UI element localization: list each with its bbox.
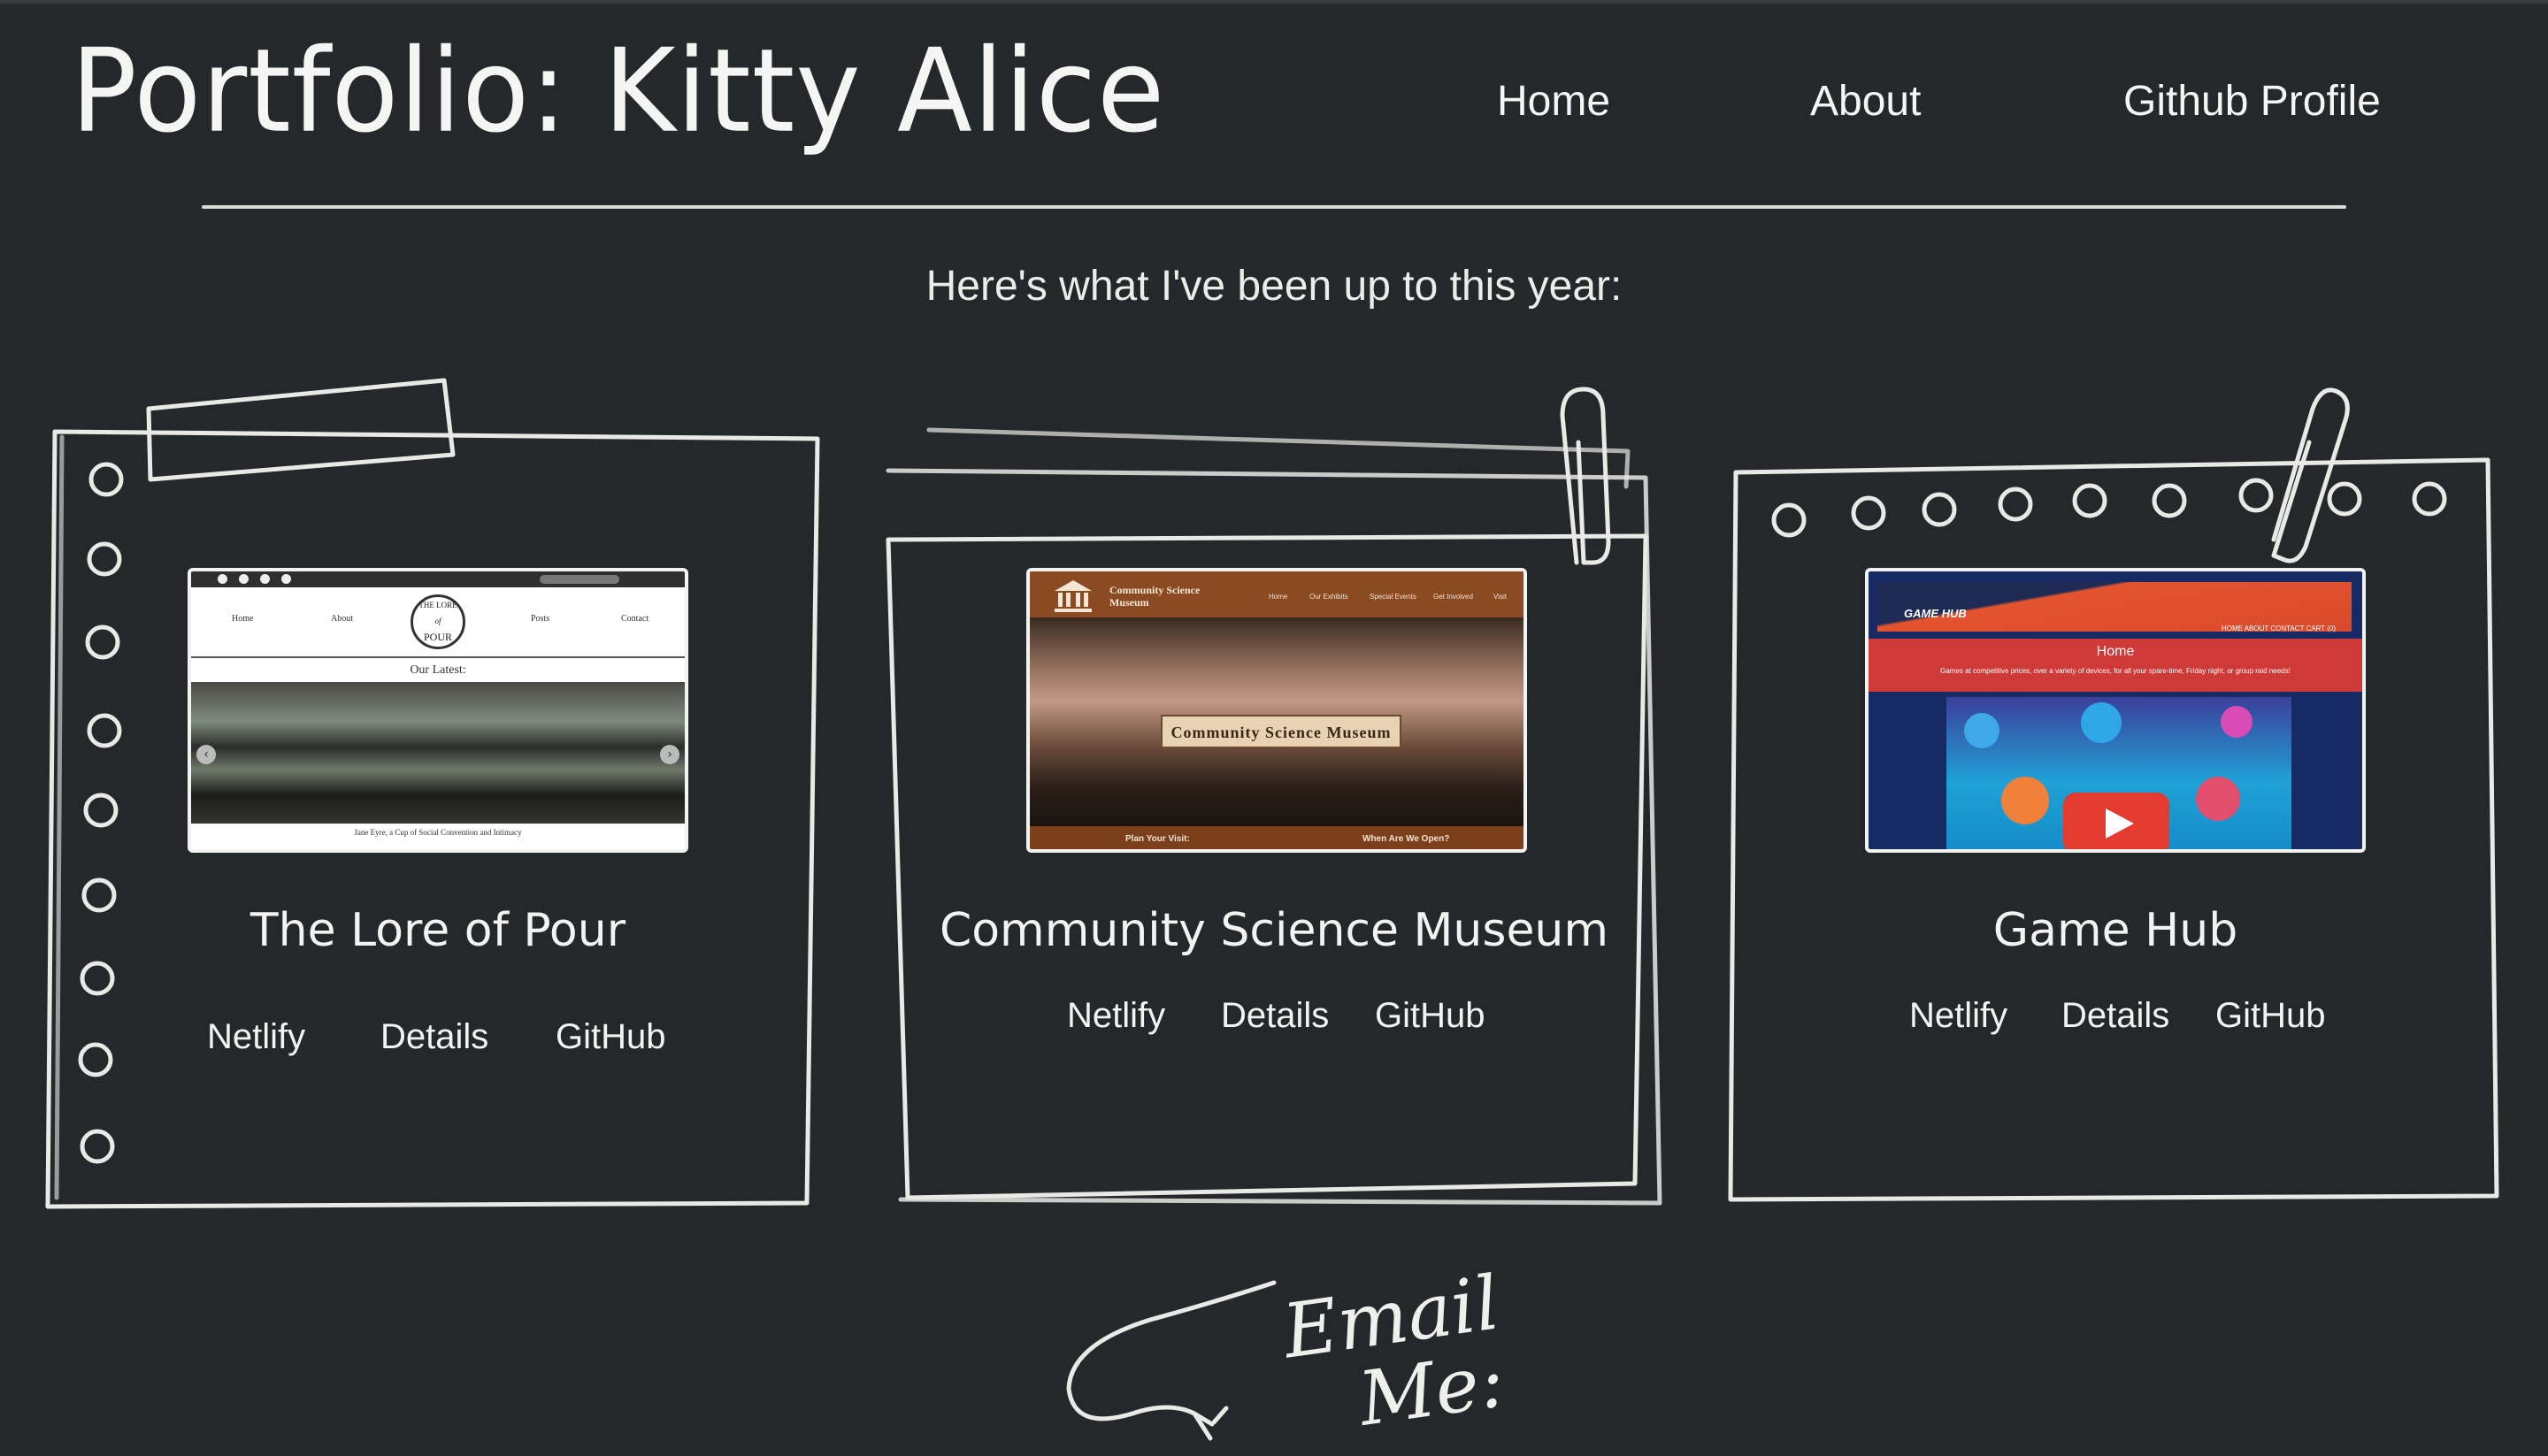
github-link[interactable]: GitHub [2215,989,2326,1042]
thumb-menu-home: Home [232,614,254,624]
thumb-menu-posts: Posts [531,614,550,624]
twitter-icon [281,574,291,584]
thumb-section-heading: Our Latest: [410,663,466,677]
thumb-nav-exhibits: Our Exhibits [1309,593,1348,601]
museum-icon [1055,580,1092,612]
top-edge [0,0,2548,4]
thumb-nav-visit: Visit [1493,593,1507,601]
details-link[interactable]: Details [380,1010,488,1063]
lore-of-pour-logo: THE LORE of POUR [411,594,465,649]
nav-home-link[interactable]: Home [1497,71,1610,133]
thumb-search-bar [540,575,619,584]
lore-of-pour-thumbnail[interactable]: Home About THE LORE of POUR Posts Contac… [188,568,688,853]
monster-icon [2196,777,2240,821]
details-link[interactable]: Details [2061,989,2169,1042]
project-title-game-hub: Game Hub [1992,904,2238,957]
thumb-nav-events: Special Events [1370,593,1416,601]
video-play-icon [2063,793,2169,849]
thumb-nav: HOME ABOUT CONTACT CART (0) [2221,625,2336,632]
monster-icon [2001,777,2049,824]
thumb-nav-involved: Get Involved [1433,593,1473,601]
thumb-menu-about: About [331,614,353,624]
thumb-caption: Jane Eyre, a Cup of Social Convention an… [354,828,522,837]
thumb-nav-home: Home [1269,593,1288,601]
facebook-icon [218,574,227,584]
nav-about-link[interactable]: About [1810,71,1921,133]
binder-holes [78,462,124,1164]
game-hub-thumbnail[interactable]: GAME HUB HOME ABOUT CONTACT CART (0) Hom… [1865,568,2366,853]
thumb-menu-contact: Contact [621,614,649,624]
thumb-topbar [191,571,685,587]
org-line-1: Community Science [1109,584,1201,596]
carousel-next-icon: › [660,745,679,764]
netlify-link[interactable]: Netlify [207,1010,305,1063]
github-link[interactable]: GitHub [556,1010,666,1063]
header-divider [202,205,2346,209]
thumb-org-name: Community Science Museum [1109,584,1200,609]
github-link[interactable]: GitHub [1375,989,1485,1042]
thumb-divider [191,656,685,658]
logo-line-1: THE LORE [418,601,457,609]
project-links-lore-of-pour: Netlify Details GitHub [203,1010,699,1063]
logo-line-3: POUR [423,631,452,643]
thumb-tagline: Games at competitive prices, over a vari… [1940,667,2291,675]
spiral-holes [1771,478,2447,538]
carousel-prev-icon: ‹ [196,745,216,764]
thumb-opening-hours: When Are We Open? [1362,834,1450,844]
thumb-landscape-image [191,682,685,824]
thumb-plan-visit: Plan Your Visit: [1125,834,1190,844]
project-title-community-science-museum: Community Science Museum [939,904,1609,957]
monster-icon [1964,713,1999,748]
thumb-heading: Home [2096,644,2135,659]
project-links-game-hub: Netlify Details GitHub [1900,989,2343,1042]
paperclip-2 [2271,387,2350,563]
thumb-museum-plaque: Community Science Museum [1161,715,1401,748]
monster-icon [2081,702,2122,743]
project-title-lore-of-pour: The Lore of Pour [249,904,626,957]
intro-text: Here's what I've been up to this year: [925,263,1623,310]
paperclip-1 [1560,387,1611,565]
instagram-icon [260,574,270,584]
community-science-museum-thumbnail[interactable]: Community Science Museum Home Our Exhibi… [1026,568,1527,853]
email-me-callout[interactable]: Email Me: [1062,1256,1509,1452]
netlify-link[interactable]: Netlify [1909,989,2007,1042]
game-hub-logo: GAME HUB [1904,607,1967,620]
pinterest-icon [239,574,249,584]
org-line-2: Museum [1109,596,1149,609]
details-link[interactable]: Details [1221,989,1329,1042]
tape-strip [146,378,456,482]
main-nav: Home About Github Profile [0,71,2548,133]
netlify-link[interactable]: Netlify [1067,989,1165,1042]
logo-line-2: of [434,617,441,625]
nav-github-profile-link[interactable]: Github Profile [2123,71,2381,133]
project-links-community-science-museum: Netlify Details GitHub [1062,989,1504,1042]
monster-icon [2221,706,2253,738]
